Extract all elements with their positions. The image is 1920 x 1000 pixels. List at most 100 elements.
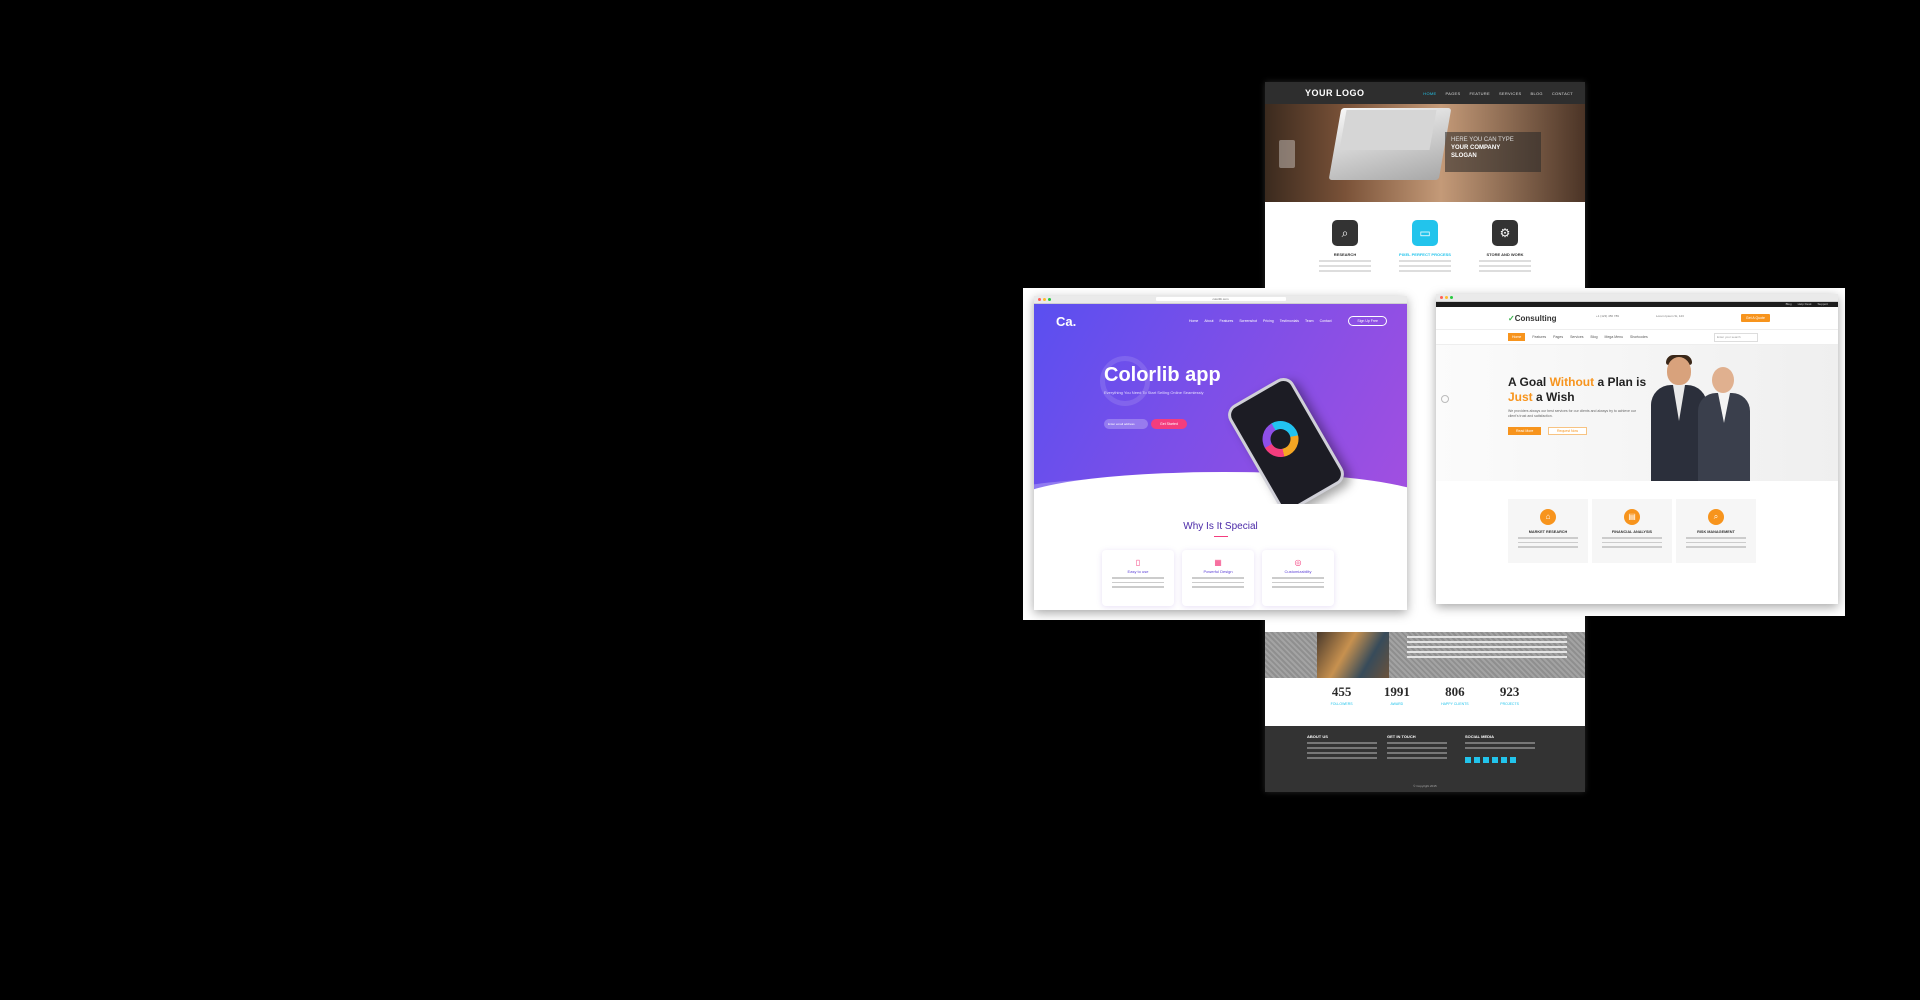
copyright: © Copyright 2015 bbox=[1413, 784, 1437, 788]
feature-title: RESEARCH bbox=[1333, 252, 1357, 257]
header: ✓Consulting +1 (123) 456 789 Lorem Ipsum… bbox=[1436, 307, 1838, 330]
feature-pixel: ▭ PIXEL PERFECT PROCESS bbox=[1395, 220, 1455, 272]
minimize-dot-icon bbox=[1043, 298, 1046, 301]
social-icon[interactable] bbox=[1492, 757, 1498, 763]
logo[interactable]: YOUR LOGO bbox=[1305, 88, 1365, 98]
nav-item[interactable]: Screenshot bbox=[1239, 319, 1257, 323]
service-card: ▤ FINANCIAL ANALYSIS bbox=[1592, 499, 1672, 563]
stats-row: 455 FOLLOWERS 1991 AWARD 806 HAPPY CLIEN… bbox=[1265, 678, 1585, 726]
signup-button[interactable]: Sign Up Free bbox=[1348, 316, 1387, 326]
browser-chrome: colorlib.com bbox=[1034, 296, 1407, 304]
social-icon[interactable] bbox=[1501, 757, 1507, 763]
search-input[interactable]: Enter your search bbox=[1714, 333, 1758, 342]
footer-social: SOCIAL MEDIA bbox=[1465, 734, 1535, 763]
menu-item[interactable]: Shortcodes bbox=[1630, 333, 1648, 341]
menu-item[interactable]: Home bbox=[1508, 333, 1526, 341]
social-icon[interactable] bbox=[1474, 757, 1480, 763]
footer-heading: SOCIAL MEDIA bbox=[1465, 734, 1495, 739]
menu-item[interactable]: Mega Menu bbox=[1605, 333, 1623, 341]
slogan-line: HERE YOU CAN TYPE bbox=[1451, 137, 1514, 143]
browser-window: Blog Help Desk Support ✓Consulting +1 (1… bbox=[1436, 294, 1838, 604]
card-title: FINANCIAL ANALYSIS bbox=[1611, 530, 1653, 534]
nav-blog[interactable]: BLOG bbox=[1531, 91, 1543, 96]
stat-value: 1991 bbox=[1383, 684, 1410, 699]
get-started-button[interactable]: Get Started bbox=[1151, 419, 1187, 429]
template-preview-colorlib: colorlib.com Ca. Home About Features Scr… bbox=[1023, 288, 1418, 620]
social-icon[interactable] bbox=[1483, 757, 1489, 763]
document-icon: ▤ bbox=[1624, 509, 1640, 525]
stat-label: HAPPY CLIENTS bbox=[1441, 702, 1469, 706]
brand-logo[interactable]: Ca. bbox=[1056, 314, 1076, 329]
donut-chart-graphic bbox=[1255, 414, 1306, 464]
stat-value: 923 bbox=[1499, 684, 1520, 699]
menu-item[interactable]: Services bbox=[1570, 333, 1583, 341]
maximize-dot-icon bbox=[1450, 296, 1453, 299]
menu-item[interactable]: Blog bbox=[1591, 333, 1598, 341]
card-title: Customizability bbox=[1284, 569, 1312, 574]
main-menu: Home Features Pages Services Blog Mega M… bbox=[1508, 333, 1648, 341]
magnifier-icon: ⌕ bbox=[1332, 220, 1358, 246]
slogan-line: SLOGAN bbox=[1451, 153, 1477, 159]
card-title: Easy to use bbox=[1127, 569, 1149, 574]
feature-store: ⚙ STORE AND WORK bbox=[1475, 220, 1535, 272]
hero-image: HERE YOU CAN TYPE YOUR COMPANY SLOGAN bbox=[1265, 104, 1585, 202]
nav-pages[interactable]: PAGES bbox=[1445, 91, 1460, 96]
house-icon: ⌂ bbox=[1540, 509, 1556, 525]
nav-item[interactable]: Pricing bbox=[1263, 319, 1274, 323]
card-title: Powerful Design bbox=[1203, 569, 1233, 574]
header-address: Lorem Ipsum St, 123 bbox=[1656, 314, 1684, 318]
hero-subtitle: We providers always our best services fo… bbox=[1508, 409, 1636, 418]
email-input[interactable]: Enter email address bbox=[1104, 419, 1148, 429]
settings-icon[interactable] bbox=[1441, 395, 1449, 403]
browser-window: colorlib.com Ca. Home About Features Scr… bbox=[1034, 296, 1407, 610]
service-card: ⌕ RISK MANAGEMENT bbox=[1676, 499, 1756, 563]
nav-services[interactable]: SERVICES bbox=[1499, 91, 1522, 96]
nav-item[interactable]: Team bbox=[1305, 319, 1314, 323]
header-phone: +1 (123) 456 789 bbox=[1596, 314, 1619, 318]
leaf-icon: ✓ bbox=[1508, 314, 1515, 323]
gears-icon: ⚙ bbox=[1492, 220, 1518, 246]
feature-title: STORE AND WORK bbox=[1486, 252, 1524, 257]
stat-clients: 806 HAPPY CLIENTS bbox=[1441, 678, 1469, 726]
monitor-icon: ▭ bbox=[1412, 220, 1438, 246]
service-card: ⌂ MARKET RESEARCH bbox=[1508, 499, 1588, 563]
template-preview-consulting: Blog Help Desk Support ✓Consulting +1 (1… bbox=[1429, 288, 1845, 616]
nav-item[interactable]: Contact bbox=[1320, 319, 1332, 323]
social-icons bbox=[1465, 757, 1535, 763]
stat-label: AWARD bbox=[1390, 702, 1404, 706]
menu-item[interactable]: Pages bbox=[1553, 333, 1563, 341]
logo[interactable]: ✓Consulting bbox=[1508, 314, 1556, 323]
address-bar[interactable]: colorlib.com bbox=[1155, 297, 1286, 301]
request-button[interactable]: Request Now bbox=[1548, 427, 1588, 435]
nav-item[interactable]: Home bbox=[1189, 319, 1198, 323]
menu-item[interactable]: Features bbox=[1532, 333, 1546, 341]
nav-item[interactable]: Testimonials bbox=[1280, 319, 1299, 323]
nav-feature[interactable]: FEATURE bbox=[1469, 91, 1489, 96]
minimize-dot-icon bbox=[1445, 296, 1448, 299]
nav-home[interactable]: HOME bbox=[1423, 91, 1436, 96]
businesswoman-image bbox=[1698, 364, 1750, 481]
navbar: YOUR LOGO HOME PAGES FEATURE SERVICES BL… bbox=[1265, 82, 1585, 104]
read-more-button[interactable]: Read More bbox=[1508, 427, 1542, 435]
social-icon[interactable] bbox=[1510, 757, 1516, 763]
nav-item[interactable]: Features bbox=[1220, 319, 1234, 323]
nav-menu: HOME PAGES FEATURE SERVICES BLOG CONTACT bbox=[1423, 91, 1573, 96]
hero-section: Ca. Home About Features Screenshot Prici… bbox=[1034, 304, 1407, 504]
social-icon[interactable] bbox=[1465, 757, 1471, 763]
feature-cards: ▯ Easy to use ▦ Powerful Design ◎ Custom… bbox=[1102, 550, 1334, 606]
search-icon: ⌕ bbox=[1708, 509, 1724, 525]
hero-subtitle: Everything You Need To Start Selling Onl… bbox=[1104, 390, 1204, 395]
maximize-dot-icon bbox=[1048, 298, 1051, 301]
stat-award: 1991 AWARD bbox=[1384, 678, 1410, 726]
get-quote-button[interactable]: Get A Quote bbox=[1740, 314, 1770, 322]
glass-image bbox=[1279, 140, 1295, 168]
nav-contact[interactable]: CONTACT bbox=[1552, 91, 1573, 96]
footer: ABOUT US GET IN TOUCH SOCIAL MEDIA © Cop… bbox=[1265, 726, 1585, 792]
hero-title: A Goal Without a Plan is Just a Wish bbox=[1508, 375, 1647, 404]
logo-text: Consulting bbox=[1514, 314, 1557, 323]
stat-followers: 455 FOLLOWERS bbox=[1331, 678, 1353, 726]
nav-item[interactable]: About bbox=[1204, 319, 1213, 323]
close-dot-icon bbox=[1440, 296, 1443, 299]
hero-slogan: HERE YOU CAN TYPE YOUR COMPANY SLOGAN bbox=[1445, 132, 1541, 172]
stat-value: 806 bbox=[1445, 684, 1465, 699]
